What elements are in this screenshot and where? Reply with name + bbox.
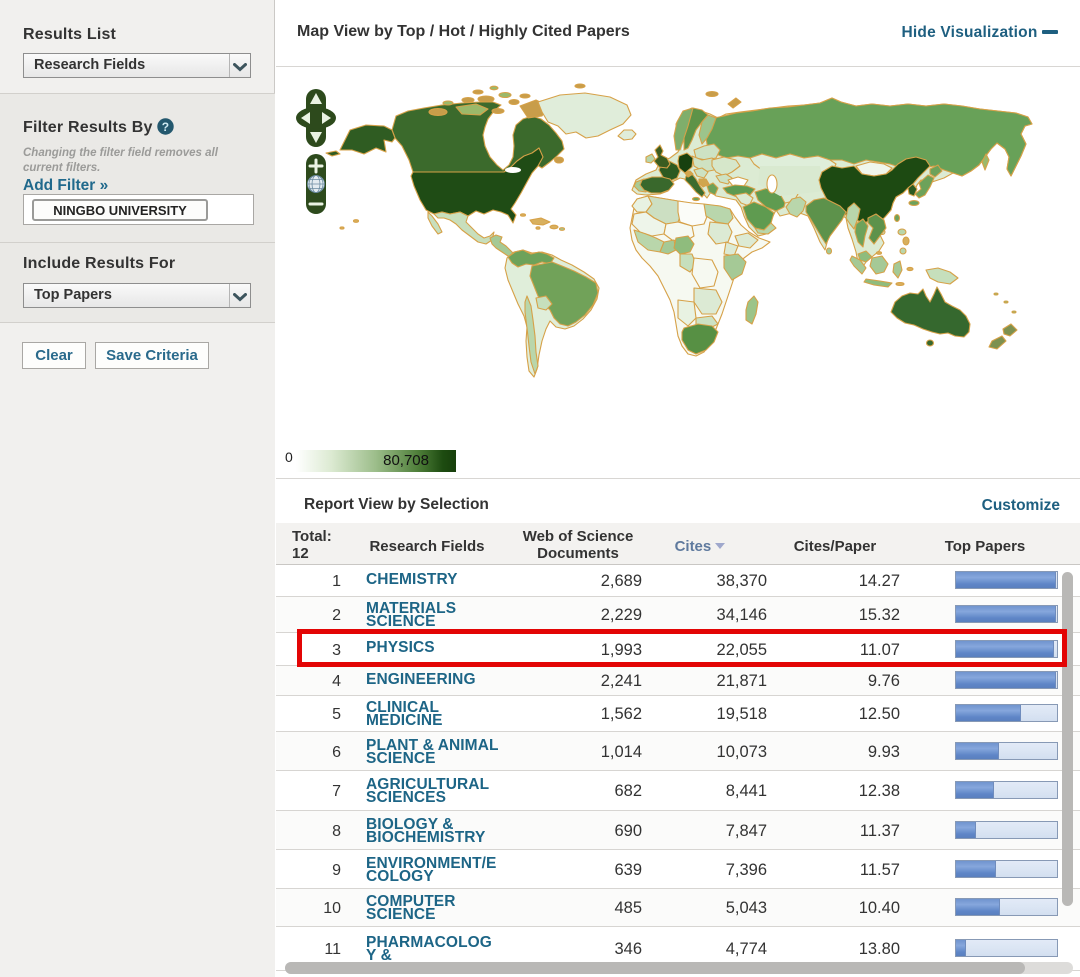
svg-text:?: ? — [162, 120, 170, 134]
